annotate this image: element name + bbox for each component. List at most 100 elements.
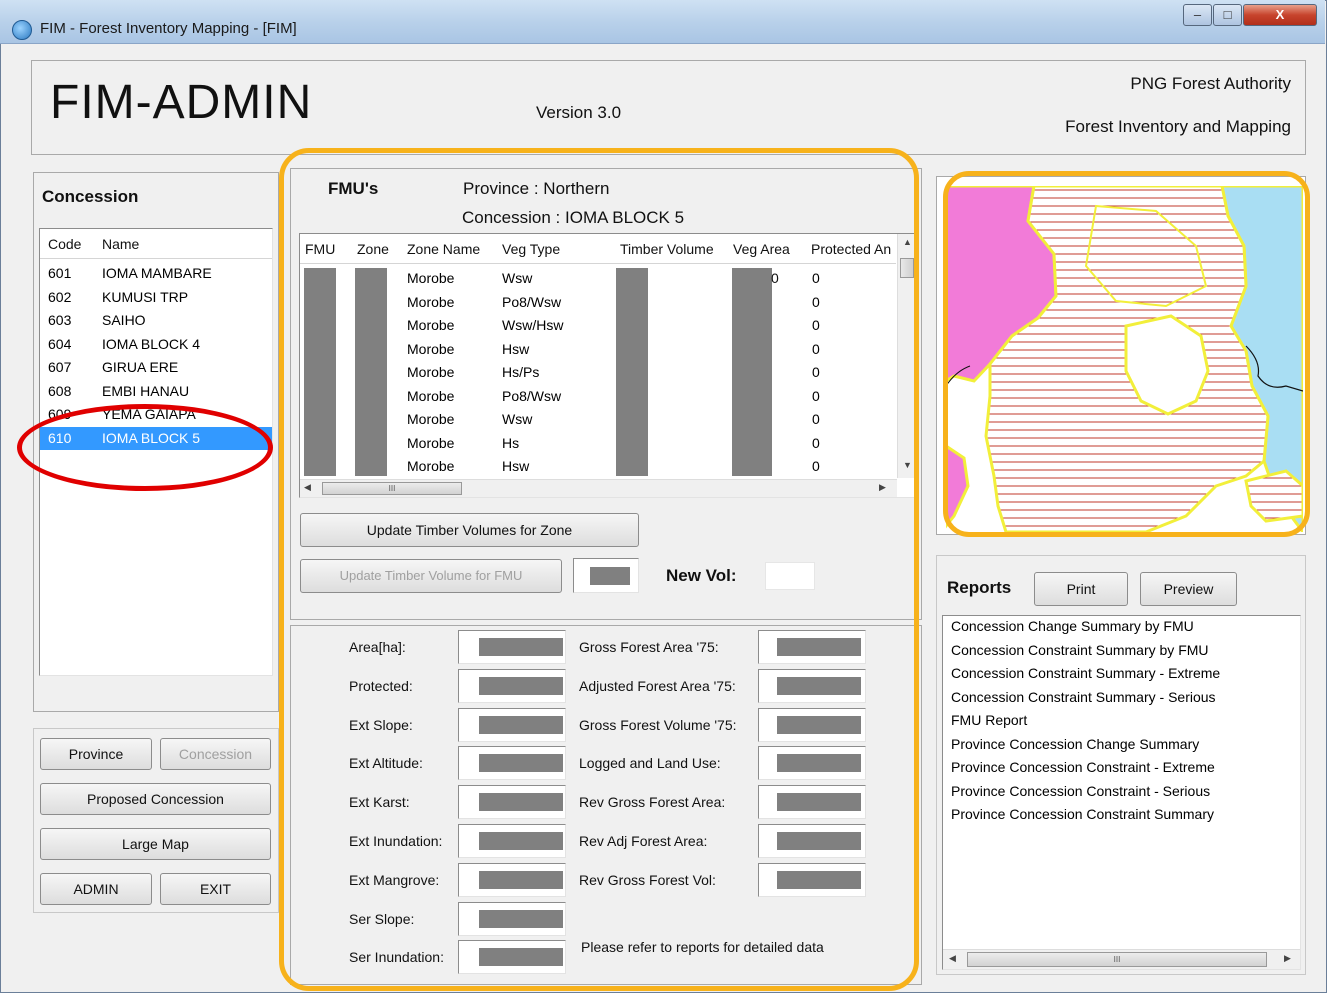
stat-value-field[interactable]	[458, 668, 566, 703]
reports-scroll-thumb[interactable]: III	[967, 952, 1267, 967]
stat-value-field[interactable]	[758, 746, 866, 781]
concession-row[interactable]: 601 IOMA MAMBARE	[40, 262, 272, 285]
fmu-volume-field[interactable]	[573, 558, 639, 593]
concession-row[interactable]: 602 KUMUSI TRP	[40, 286, 272, 309]
stat-value-field[interactable]	[458, 901, 566, 936]
concession-row[interactable]: 608 EMBI HANAU	[40, 380, 272, 403]
report-item[interactable]: Province Concession Constraint - Extreme	[951, 759, 1308, 782]
col-zone[interactable]: Zone	[357, 241, 389, 257]
report-item[interactable]: FMU Report	[951, 712, 1308, 735]
stat-value-field[interactable]	[458, 785, 566, 820]
stat-value-field[interactable]	[758, 668, 866, 703]
col-fmu[interactable]: FMU	[305, 241, 335, 257]
stat-value-field[interactable]	[758, 785, 866, 820]
reports-list[interactable]: Concession Change Summary by FMU Concessi…	[942, 615, 1301, 970]
stat-value-field[interactable]	[458, 940, 566, 975]
preview-button[interactable]: Preview	[1140, 572, 1237, 606]
stat-label: Adjusted Forest Area '75:	[579, 677, 736, 694]
stat-value-field[interactable]	[458, 862, 566, 897]
fmu-row[interactable]: Morobe Hsw 0	[300, 337, 896, 360]
report-item[interactable]: Concession Constraint Summary - Extreme	[951, 665, 1308, 688]
reports-scroll-right-icon[interactable]: ▶	[1284, 953, 1291, 964]
concession-row[interactable]: 607 GIRUA ERE	[40, 356, 272, 379]
print-button[interactable]: Print	[1034, 572, 1128, 606]
concession-code: 609	[48, 406, 72, 422]
grid-vertical-scrollbar[interactable]: ▲ ▼	[897, 234, 916, 478]
minimize-button[interactable]: –	[1183, 4, 1212, 26]
scroll-right-arrow-icon[interactable]: ▶	[879, 482, 886, 493]
concession-code: 607	[48, 359, 72, 375]
zone-name-cell: Morobe	[407, 293, 455, 310]
proposed-concession-button[interactable]: Proposed Concession	[40, 783, 271, 815]
new-vol-input[interactable]	[765, 562, 815, 590]
title-bar[interactable]: FIM - Forest Inventory Mapping - [FIM]	[0, 0, 1325, 44]
close-button[interactable]: X	[1243, 4, 1317, 26]
concession-list[interactable]: Code Name 601 IOMA MAMBARE 602 KUMUSI TRP 60…	[39, 228, 273, 676]
scroll-left-arrow-icon[interactable]: ◀	[304, 482, 311, 493]
scroll-thumb[interactable]	[900, 258, 914, 278]
maximize-button[interactable]: □	[1213, 4, 1242, 26]
stat-value-field[interactable]	[758, 707, 866, 742]
zone-name-cell: Morobe	[407, 434, 455, 451]
concession-button[interactable]: Concession	[160, 738, 271, 770]
concession-row[interactable]: 610 IOMA BLOCK 5	[40, 426, 272, 450]
veg-type-cell: Po8/Wsw	[502, 387, 562, 404]
stat-value-field[interactable]	[458, 707, 566, 742]
reports-scroll-left-icon[interactable]: ◀	[949, 953, 956, 964]
report-item[interactable]: Concession Constraint Summary by FMU	[951, 642, 1308, 665]
fmu-row[interactable]: Morobe Wsw 0	[300, 407, 896, 430]
stat-value-field[interactable]	[758, 862, 866, 897]
scroll-down-arrow-icon[interactable]: ▼	[903, 460, 912, 470]
concession-map[interactable]	[946, 186, 1303, 532]
province-label: Province : Northern	[463, 179, 610, 198]
h-scroll-thumb[interactable]: III	[322, 482, 462, 495]
fmu-row[interactable]: Morobe Hs/Ps 0	[300, 360, 896, 383]
fmu-row[interactable]: Morobe Wsw/Hsw 0	[300, 313, 896, 336]
fmu-row[interactable]: Morobe Po8/Wsw 0	[300, 290, 896, 313]
col-timber-volume[interactable]: Timber Volume	[620, 241, 714, 257]
province-button[interactable]: Province	[40, 738, 152, 770]
stat-value-field[interactable]	[758, 824, 866, 858]
fmu-row[interactable]: Morobe Hsw 0	[300, 454, 896, 477]
admin-button[interactable]: ADMIN	[40, 873, 152, 905]
col-zone-name[interactable]: Zone Name	[407, 241, 480, 257]
fmu-row[interactable]: Morobe Po8/Wsw 0	[300, 384, 896, 407]
concession-row[interactable]: 603 SAIHO	[40, 309, 272, 332]
concession-row[interactable]: 604 IOMA BLOCK 4	[40, 333, 272, 356]
report-item[interactable]: Province Concession Constraint Summary	[951, 806, 1308, 829]
scroll-up-arrow-icon[interactable]: ▲	[903, 237, 912, 247]
col-code-header[interactable]: Code	[48, 236, 81, 252]
col-veg-area[interactable]: Veg Area	[733, 241, 790, 257]
stat-value-field[interactable]	[458, 824, 566, 858]
concession-code: 608	[48, 382, 72, 399]
redacted-value	[479, 793, 563, 812]
grid-horizontal-scrollbar[interactable]: ◀ III ▶	[300, 479, 897, 497]
exit-button[interactable]: EXIT	[160, 873, 271, 905]
col-protected-area[interactable]: Protected An	[811, 241, 895, 257]
concession-name: IOMA BLOCK 4	[102, 335, 201, 352]
concession-title: Concession	[42, 187, 139, 206]
veg-type-cell: Po8/Wsw	[502, 293, 562, 310]
col-name-header[interactable]: Name	[102, 236, 139, 252]
stat-value-field[interactable]	[458, 746, 566, 781]
report-item[interactable]: Concession Constraint Summary - Serious	[951, 689, 1308, 712]
report-item[interactable]: Concession Change Summary by FMU	[951, 618, 1308, 641]
veg-type-cell: Hsw	[502, 340, 530, 357]
update-zone-button[interactable]: Update Timber Volumes for Zone	[300, 513, 639, 547]
concession-row[interactable]: 609 YEMA GAIAPA	[40, 403, 272, 426]
report-item[interactable]: Province Concession Constraint - Serious	[951, 783, 1308, 806]
concession-name: YEMA GAIAPA	[102, 406, 196, 422]
fmu-row[interactable]: Morobe Hs 0	[300, 431, 896, 454]
reports-horizontal-scrollbar[interactable]: ◀ III ▶	[943, 949, 1300, 969]
stat-value-field[interactable]	[758, 630, 866, 664]
stat-value-field[interactable]	[458, 630, 566, 664]
large-map-button[interactable]: Large Map	[40, 828, 271, 860]
report-item[interactable]: Province Concession Change Summary	[951, 736, 1308, 759]
zone-name-cell: Morobe	[407, 270, 455, 286]
stat-label: Rev Gross Forest Area:	[579, 794, 726, 811]
col-veg-type[interactable]: Veg Type	[502, 241, 560, 257]
fmu-grid[interactable]: FMU Zone Zone Name Veg Type Timber Volum…	[299, 233, 917, 498]
update-fmu-button[interactable]: Update Timber Volume for FMU	[300, 559, 562, 593]
veg-type-cell: Hs/Ps	[502, 364, 540, 380]
fmu-row[interactable]: Morobe Wsw 0	[300, 266, 896, 289]
